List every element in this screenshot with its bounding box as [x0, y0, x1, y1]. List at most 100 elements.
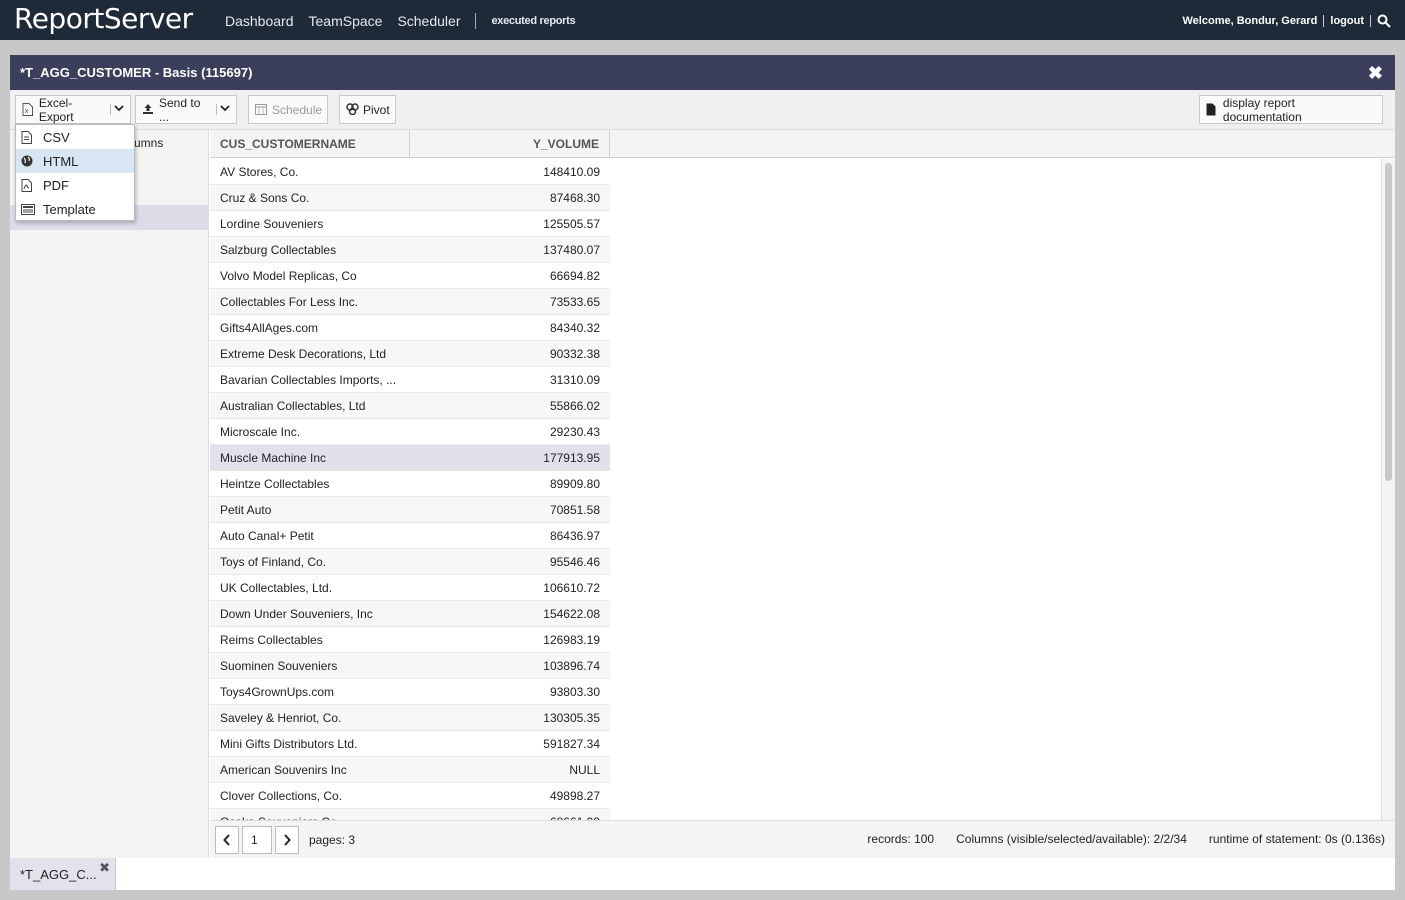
- table-row[interactable]: Toys4GrownUps.com 93803.30: [210, 679, 610, 705]
- window-title: *T_AGG_CUSTOMER - Basis (115697): [20, 65, 253, 80]
- table-row[interactable]: Microscale Inc. 29230.43: [210, 419, 610, 445]
- search-icon[interactable]: [1377, 14, 1391, 28]
- table-row[interactable]: Saveley & Henriot, Co. 130305.35: [210, 705, 610, 731]
- table-row[interactable]: Salzburg Collectables 137480.07: [210, 237, 610, 263]
- pivot-label: Pivot: [363, 102, 390, 117]
- pivot-button[interactable]: Pivot: [339, 95, 396, 124]
- paging-info: records: 100 Columns (visible/selected/a…: [845, 832, 1385, 846]
- cell-customername: Muscle Machine Inc: [220, 451, 327, 465]
- vertical-scrollbar[interactable]: [1381, 159, 1395, 820]
- left-panel-label: umns: [134, 136, 164, 150]
- excel-export-label: Excel-Export: [38, 95, 74, 124]
- cell-customername: Cruz & Sons Co.: [220, 191, 310, 205]
- table-row[interactable]: Australian Collectables, Ltd 55866.02: [210, 393, 610, 419]
- column-header-customername[interactable]: CUS_CUSTOMERNAME: [210, 130, 410, 157]
- table-row[interactable]: Gifts4AllAges.com 84340.32: [210, 315, 610, 341]
- cell-customername: Mini Gifts Distributors Ltd.: [220, 737, 358, 751]
- next-page-button[interactable]: [275, 825, 299, 854]
- table-row[interactable]: Cruz & Sons Co. 87468.30: [210, 185, 610, 211]
- prev-page-button[interactable]: [215, 825, 239, 854]
- column-header-volume[interactable]: Y_VOLUME: [410, 130, 610, 157]
- cell-volume: 106610.72: [543, 581, 600, 595]
- globe-icon: [21, 155, 33, 168]
- left-panel: umns: [10, 130, 209, 858]
- cell-customername: Collectables For Less Inc.: [220, 295, 359, 309]
- table-row[interactable]: Mini Gifts Distributors Ltd. 591827.34: [210, 731, 610, 757]
- cell-volume: 137480.07: [543, 243, 600, 257]
- nav-teamspace[interactable]: TeamSpace: [309, 13, 383, 29]
- table-row[interactable]: UK Collectables, Ltd. 106610.72: [210, 575, 610, 601]
- table-row[interactable]: Suominen Souveniers 103896.74: [210, 653, 610, 679]
- cell-volume: 31310.09: [549, 373, 600, 387]
- cell-volume: 130305.35: [543, 711, 600, 725]
- cell-volume: 90332.38: [549, 347, 600, 361]
- table-row[interactable]: Extreme Desk Decorations, Ltd 90332.38: [210, 341, 610, 367]
- calendar-icon: [255, 103, 267, 116]
- upload-icon: [142, 103, 154, 116]
- report-toolbar: x Excel-Export Send to ... Schedule Pivo…: [10, 90, 1395, 130]
- cell-customername: Reims Collectables: [220, 633, 323, 647]
- menu-item-csv[interactable]: CSV: [16, 125, 134, 149]
- cell-volume: 70851.58: [549, 503, 600, 517]
- cell-volume: 148410.09: [543, 165, 600, 179]
- grid-header: CUS_CUSTOMERNAME Y_VOLUME: [210, 130, 1395, 158]
- table-row[interactable]: Bavarian Collectables Imports, ... 31310.…: [210, 367, 610, 393]
- table-row[interactable]: AV Stores, Co. 148410.09: [210, 159, 610, 185]
- menu-item-template[interactable]: Template: [16, 197, 134, 221]
- close-icon[interactable]: ✖: [1368, 63, 1383, 84]
- nav-dashboard[interactable]: Dashboard: [225, 13, 294, 29]
- table-row[interactable]: Muscle Machine Inc 177913.95: [210, 445, 610, 471]
- cell-volume: 55866.02: [549, 399, 600, 413]
- cell-customername: Microscale Inc.: [220, 425, 301, 439]
- excel-export-button[interactable]: x Excel-Export: [15, 95, 131, 124]
- cell-customername: Extreme Desk Decorations, Ltd: [220, 347, 387, 361]
- menu-item-label: PDF: [43, 177, 69, 193]
- table-row[interactable]: Auto Canal+ Petit 86436.97: [210, 523, 610, 549]
- report-grid: CUS_CUSTOMERNAME Y_VOLUME AV Stores, Co.…: [210, 130, 1395, 820]
- table-row[interactable]: Volvo Model Replicas, Co 66694.82: [210, 263, 610, 289]
- table-row[interactable]: Petit Auto 70851.58: [210, 497, 610, 523]
- cell-volume: 103896.74: [543, 659, 600, 673]
- columns-info: Columns (visible/selected/available): 2/…: [956, 832, 1187, 846]
- nav-scheduler[interactable]: Scheduler: [397, 13, 460, 29]
- close-tab-icon[interactable]: ✖: [99, 860, 110, 876]
- menu-item-label: Template: [43, 201, 96, 217]
- table-row[interactable]: Clover Collections, Co. 49898.27: [210, 783, 610, 809]
- app-logo[interactable]: ReportServer: [14, 2, 193, 35]
- cell-volume: 93803.30: [549, 685, 600, 699]
- chevron-down-icon[interactable]: [110, 104, 124, 115]
- pivot-icon: [346, 103, 359, 116]
- export-format-menu: CSV HTML PDF Template: [15, 124, 135, 221]
- cell-customername: AV Stores, Co.: [220, 165, 299, 179]
- cell-volume: 89909.80: [549, 477, 600, 491]
- cell-volume: 84340.32: [549, 321, 600, 335]
- nav-divider: [475, 13, 477, 29]
- display-documentation-button[interactable]: display report documentation: [1199, 95, 1383, 124]
- table-row[interactable]: Reims Collectables 126983.19: [210, 627, 610, 653]
- page-number-input[interactable]: 1: [242, 825, 272, 854]
- table-row[interactable]: Toys of Finland, Co. 95546.46: [210, 549, 610, 575]
- table-row[interactable]: Collectables For Less Inc. 73533.65: [210, 289, 610, 315]
- table-row[interactable]: American Souvenirs Inc NULL: [210, 757, 610, 783]
- cell-customername: American Souvenirs Inc: [220, 763, 347, 777]
- scrollbar-thumb[interactable]: [1385, 163, 1392, 481]
- logout-link[interactable]: logout: [1330, 15, 1364, 27]
- table-row[interactable]: Osaka Souveniers Co.68661.09: [210, 809, 610, 820]
- send-to-button[interactable]: Send to ...: [135, 95, 237, 124]
- report-tab-label: *T_AGG_C...: [20, 867, 97, 882]
- chevron-down-icon[interactable]: [216, 104, 230, 115]
- report-tab[interactable]: *T_AGG_C... ✖: [10, 858, 116, 890]
- menu-item-html[interactable]: HTML: [16, 149, 134, 173]
- schedule-button[interactable]: Schedule: [248, 95, 328, 124]
- table-row[interactable]: Lordine Souveniers 125505.57: [210, 211, 610, 237]
- main-nav: Dashboard TeamSpace Scheduler executed r…: [225, 13, 590, 29]
- cell-volume: 29230.43: [549, 425, 600, 439]
- menu-item-pdf[interactable]: PDF: [16, 173, 134, 197]
- cell-customername: Petit Auto: [220, 503, 272, 517]
- table-row[interactable]: Heintze Collectables 89909.80: [210, 471, 610, 497]
- nav-executed-reports[interactable]: executed reports: [491, 15, 575, 27]
- schedule-label: Schedule: [272, 102, 323, 117]
- cell-volume: 87468.30: [549, 191, 600, 205]
- table-row[interactable]: Down Under Souveniers, Inc 154622.08: [210, 601, 610, 627]
- cell-volume: 66694.82: [549, 269, 600, 283]
